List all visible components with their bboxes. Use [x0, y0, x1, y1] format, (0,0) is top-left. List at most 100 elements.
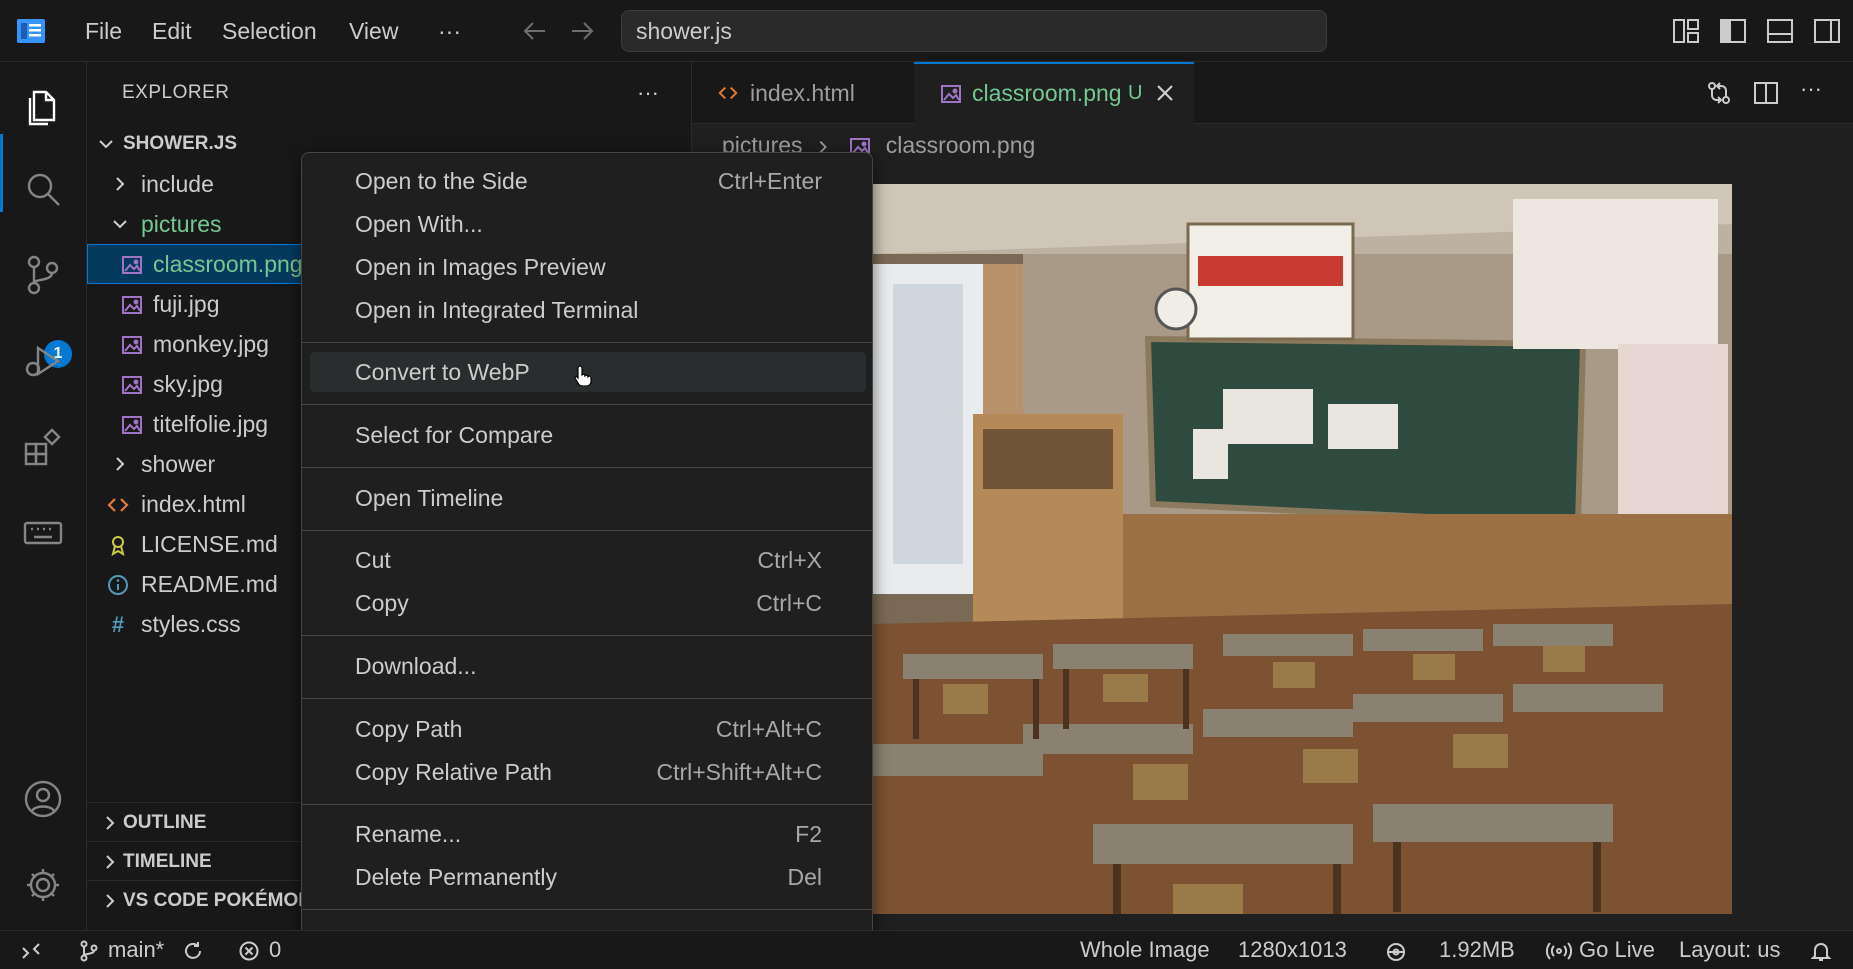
- explorer-more-actions[interactable]: ···: [637, 80, 659, 106]
- error-icon: [238, 940, 260, 962]
- breadcrumb-file[interactable]: classroom.png: [886, 132, 1036, 158]
- menu-item-select-for-compare[interactable]: Select for Compare: [310, 415, 866, 455]
- tree-item-label: README.md: [141, 571, 278, 597]
- css-hash-icon: #: [111, 612, 125, 637]
- html-file-icon: [107, 494, 129, 516]
- tree-item-label: LICENSE.md: [141, 531, 278, 557]
- active-indicator: [0, 134, 3, 212]
- menu-separator: [302, 530, 872, 531]
- broadcast-icon: [1546, 940, 1572, 962]
- menu-item-open-to-the-side[interactable]: Open to the Side Ctrl+Enter: [310, 161, 866, 201]
- keyboard-icon[interactable]: [20, 510, 66, 556]
- workspace-root-label: SHOWER.JS: [123, 133, 238, 154]
- run-debug-icon[interactable]: [20, 338, 66, 384]
- tab-index-html[interactable]: index.html: [692, 62, 914, 124]
- menu-separator: [302, 909, 872, 910]
- menu-separator: [302, 467, 872, 468]
- toggle-secondary-sidebar-icon[interactable]: [1812, 16, 1842, 46]
- menu-item-download[interactable]: Download...: [310, 646, 866, 686]
- pokemon-icon[interactable]: [1384, 940, 1406, 962]
- image-size-status: 1.92MB: [1439, 937, 1515, 962]
- menu-separator: [302, 342, 872, 343]
- extensions-icon[interactable]: [20, 424, 66, 470]
- menu-item-cut[interactable]: Cut Ctrl+X: [310, 540, 866, 580]
- menu-item-delete-permanently[interactable]: Delete Permanently Del: [310, 857, 866, 897]
- toggle-panel-icon[interactable]: [1765, 16, 1795, 46]
- menu-more[interactable]: ···: [432, 14, 467, 48]
- git-branch-icon: [78, 940, 100, 962]
- error-count[interactable]: 0: [269, 931, 281, 969]
- image-file-icon: [121, 254, 143, 276]
- menu-selection[interactable]: Selection: [216, 14, 323, 48]
- notifications-bell-icon[interactable]: [1810, 940, 1832, 962]
- tree-item-label: classroom.png: [153, 251, 303, 277]
- image-file-icon: [121, 374, 143, 396]
- tab-label: classroom.png: [972, 80, 1122, 106]
- command-center-label: shower.js: [636, 18, 732, 44]
- menu-item-open-in-integrated-terminal[interactable]: Open in Integrated Terminal: [310, 290, 866, 330]
- split-editor-icon[interactable]: [1751, 78, 1781, 108]
- tree-item-label: include: [141, 171, 214, 197]
- section-label: OUTLINE: [123, 812, 207, 833]
- menu-item-open-with[interactable]: Open With...: [310, 204, 866, 244]
- customize-layout-icon[interactable]: [1671, 16, 1701, 46]
- back-arrow-icon[interactable]: [520, 16, 550, 46]
- tree-item-label: sky.jpg: [153, 371, 223, 397]
- menu-separator: [302, 698, 872, 699]
- search-icon[interactable]: [20, 166, 66, 212]
- remote-icon[interactable]: [20, 940, 42, 962]
- explorer-icon[interactable]: [20, 82, 66, 128]
- menu-view[interactable]: View: [343, 14, 404, 48]
- tab-classroom-png[interactable]: classroom.png U: [914, 62, 1194, 124]
- chevron-right-icon: [101, 853, 119, 871]
- image-file-icon: [121, 294, 143, 316]
- go-live-button[interactable]: Go Live: [1579, 931, 1655, 969]
- menu-item-copy-relative-path[interactable]: Copy Relative Path Ctrl+Shift+Alt+C: [310, 752, 866, 792]
- html-file-icon: [718, 83, 738, 103]
- menu-item-copy-path[interactable]: Copy Path Ctrl+Alt+C: [310, 709, 866, 749]
- menu-item-open-timeline[interactable]: Open Timeline: [310, 478, 866, 518]
- menu-item-copy[interactable]: Copy Ctrl+C: [310, 583, 866, 623]
- settings-gear-icon[interactable]: [20, 862, 66, 908]
- image-file-icon: [940, 83, 962, 105]
- toggle-primary-sidebar-icon[interactable]: [1718, 16, 1748, 46]
- menu-item-convert-to-webp[interactable]: Convert to WebP: [310, 352, 866, 392]
- section-label: VS CODE POKÉMON: [123, 890, 312, 911]
- shortcut: Ctrl+Enter: [717, 168, 822, 194]
- tree-item-label: styles.css: [141, 611, 241, 637]
- shortcut: Ctrl+C: [756, 590, 822, 616]
- shortcut: Ctrl+Alt+C: [715, 716, 822, 742]
- tree-item-label: index.html: [141, 491, 246, 517]
- compare-changes-icon[interactable]: [1704, 78, 1734, 108]
- tree-item-label: pictures: [141, 211, 222, 237]
- accounts-icon[interactable]: [20, 776, 66, 822]
- image-preview[interactable]: [873, 184, 1732, 914]
- status-bar: main* 0 Whole Image 1280x1013 1.92MB Go …: [0, 930, 1853, 969]
- chevron-right-icon: [111, 455, 129, 473]
- menu-edit[interactable]: Edit: [146, 14, 198, 48]
- tree-item-label: monkey.jpg: [153, 331, 269, 357]
- git-branch-label[interactable]: main*: [108, 931, 164, 969]
- image-file-icon: [121, 414, 143, 436]
- sync-icon[interactable]: [182, 940, 204, 962]
- shortcut: Del: [787, 864, 822, 890]
- tree-item-label: fuji.jpg: [153, 291, 220, 317]
- menu-file[interactable]: File: [79, 14, 128, 48]
- shortcut: F2: [795, 821, 822, 847]
- editor-more-actions[interactable]: ···: [1800, 76, 1822, 102]
- menu-item-rename[interactable]: Rename... F2: [310, 814, 866, 854]
- source-control-icon[interactable]: [20, 252, 66, 298]
- menu-separator: [302, 404, 872, 405]
- shortcut: Ctrl+Shift+Alt+C: [656, 759, 822, 785]
- chevron-right-icon: [101, 814, 119, 832]
- keyboard-layout-status[interactable]: Layout: us: [1679, 931, 1781, 969]
- menu-item-open-in-images-preview[interactable]: Open in Images Preview: [310, 247, 866, 287]
- command-center-search[interactable]: shower.js: [621, 10, 1327, 52]
- image-zoom-status[interactable]: Whole Image: [1080, 931, 1210, 969]
- activity-bar: 1: [0, 62, 87, 930]
- untracked-status-badge: U: [1128, 82, 1143, 104]
- forward-arrow-icon[interactable]: [567, 16, 597, 46]
- close-icon[interactable]: [1155, 83, 1175, 103]
- hand-cursor-icon: [574, 364, 594, 386]
- chevron-down-icon: [111, 215, 129, 233]
